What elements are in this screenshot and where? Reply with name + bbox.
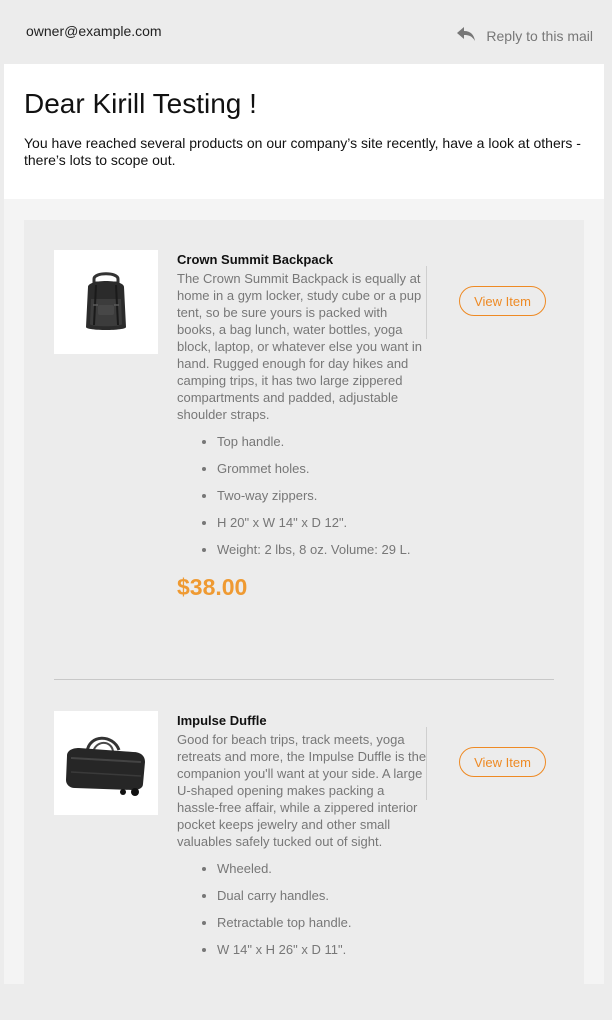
duffle-image <box>66 736 145 796</box>
intro-message: You have reached several products on our… <box>24 135 581 168</box>
feature-item: H 20" x W 14" x D 12". <box>217 514 427 531</box>
product-info: Crown Summit Backpack The Crown Summit B… <box>177 251 427 601</box>
feature-item: Grommet holes. <box>217 460 427 477</box>
content-area: Crown Summit Backpack The Crown Summit B… <box>4 199 604 1020</box>
intro-section: Dear Kirill Testing ! You have reached s… <box>4 64 604 199</box>
feature-item: Weight: 2 lbs, 8 oz. Volume: 29 L. <box>217 541 427 558</box>
feature-item: W 14" x H 26" x D 11". <box>217 941 427 958</box>
backpack-image <box>86 272 126 330</box>
product-name[interactable]: Impulse Duffle <box>177 712 427 729</box>
product-image[interactable] <box>54 711 158 815</box>
product-features: Top handle. Grommet holes. Two-way zippe… <box>177 433 427 558</box>
email-header: owner@example.com Reply to this mail <box>0 0 612 64</box>
reply-label: Reply to this mail <box>486 28 593 44</box>
product-info: Impulse Duffle Good for beach trips, tra… <box>177 712 427 968</box>
feature-item: Two-way zippers. <box>217 487 427 504</box>
feature-item: Top handle. <box>217 433 427 450</box>
product-divider <box>54 679 554 680</box>
sender-address: owner@example.com <box>26 23 162 39</box>
product-price: $38.00 <box>177 574 248 600</box>
products-panel: Crown Summit Backpack The Crown Summit B… <box>24 220 584 1020</box>
product-name[interactable]: Crown Summit Backpack <box>177 251 427 268</box>
greeting-heading: Dear Kirill Testing ! <box>24 88 257 119</box>
view-item-button[interactable]: View Item <box>459 286 546 316</box>
reply-button[interactable]: Reply to this mail <box>456 24 593 44</box>
feature-item: Retractable top handle. <box>217 914 427 931</box>
vertical-separator <box>426 727 427 800</box>
reply-arrow-icon <box>457 27 476 41</box>
view-item-button[interactable]: View Item <box>459 747 546 777</box>
vertical-separator <box>426 266 427 339</box>
feature-item: Dual carry handles. <box>217 887 427 904</box>
feature-item: Wheeled. <box>217 860 427 877</box>
product-image[interactable] <box>54 250 158 354</box>
product-description: Good for beach trips, track meets, yoga … <box>177 732 427 849</box>
product-features: Wheeled. Dual carry handles. Retractable… <box>177 860 427 958</box>
product-description: The Crown Summit Backpack is equally at … <box>177 271 422 422</box>
